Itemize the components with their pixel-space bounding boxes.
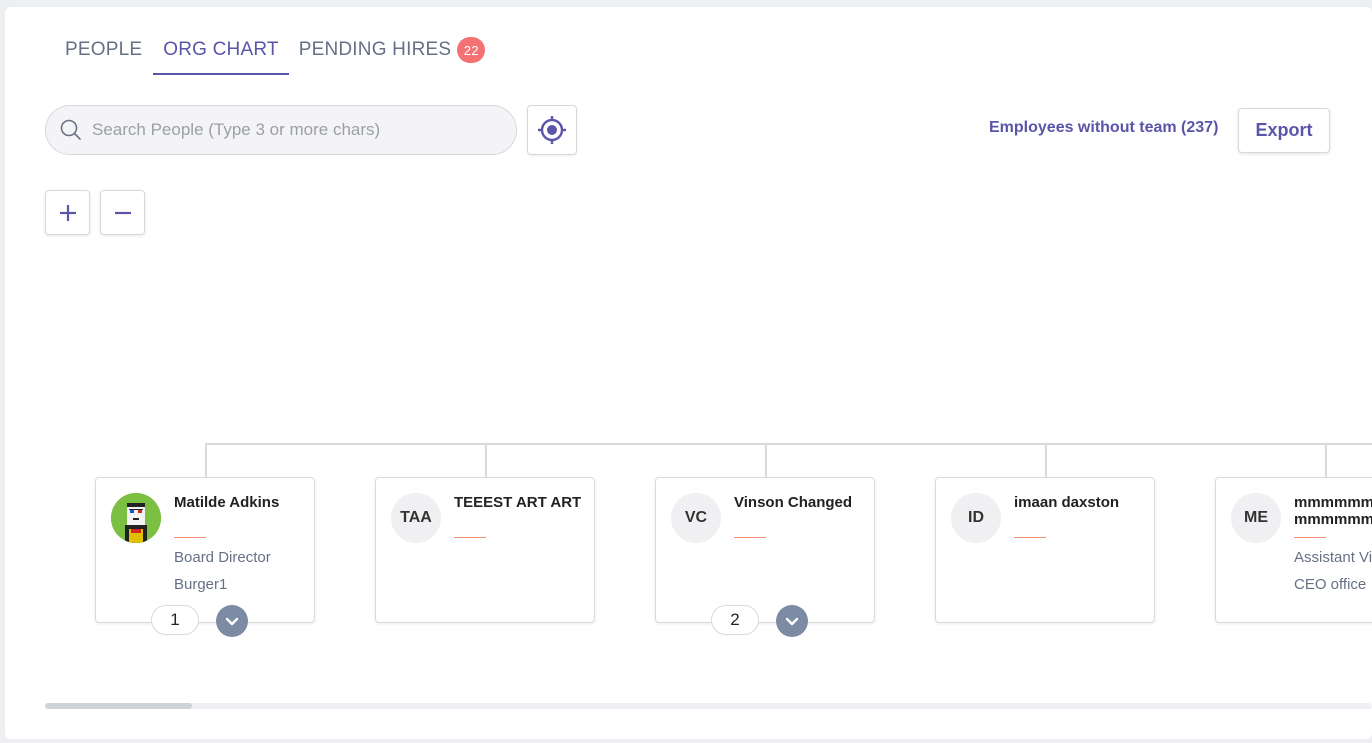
- avatar: ID: [951, 493, 1001, 543]
- org-connector-line: [205, 443, 1372, 445]
- org-connector-line: [1325, 443, 1327, 477]
- employee-card[interactable]: Matilde Adkins Board Director Burger1 1: [95, 477, 315, 637]
- avatar: TAA: [391, 493, 441, 543]
- search-input[interactable]: [92, 120, 492, 140]
- name-divider: [1294, 537, 1326, 538]
- employee-name: Matilde Adkins: [174, 494, 280, 511]
- employee-team: Burger1: [174, 576, 228, 593]
- search-box: [45, 105, 517, 155]
- employee-name: Vinson Changed: [734, 494, 853, 511]
- employee-role: Board Director: [174, 549, 271, 566]
- org-connector-line: [765, 443, 767, 477]
- tab-bar: PEOPLE ORG CHART PENDING HIRES 22: [55, 35, 495, 75]
- employee-name: imaan daxston: [1014, 494, 1120, 511]
- search-icon: [60, 119, 81, 140]
- locate-me-button[interactable]: [527, 105, 577, 155]
- tab-label: PEOPLE: [65, 39, 143, 60]
- pending-count-badge: 22: [457, 37, 486, 63]
- scrollbar-thumb[interactable]: [45, 703, 192, 709]
- zoom-in-button[interactable]: [45, 190, 90, 235]
- pixel-avatar-icon: [111, 493, 161, 543]
- tab-people[interactable]: PEOPLE: [55, 35, 152, 75]
- target-icon: [538, 116, 566, 144]
- zoom-out-button[interactable]: [100, 190, 145, 235]
- org-connector-line: [485, 443, 487, 477]
- org-chart-panel: PEOPLE ORG CHART PENDING HIRES 22 Employ…: [5, 7, 1372, 739]
- org-connector-line: [1045, 443, 1047, 477]
- chevron-down-icon: [785, 617, 799, 626]
- tab-pending-hires[interactable]: PENDING HIRES 22: [289, 35, 496, 75]
- employee-card[interactable]: ID imaan daxston: [935, 477, 1155, 623]
- horizontal-scrollbar[interactable]: [45, 703, 1372, 709]
- avatar: [111, 493, 161, 543]
- employee-card[interactable]: VC Vinson Changed 2: [655, 477, 875, 637]
- employee-card[interactable]: TAA TEEEST ART ART: [375, 477, 595, 623]
- employee-role: Assistant Vice President: [1294, 549, 1372, 566]
- minus-icon: [114, 211, 131, 214]
- name-divider: [1014, 537, 1046, 538]
- employees-without-team-link[interactable]: Employees without team (237): [989, 119, 1218, 137]
- direct-reports-count: 1: [151, 605, 199, 635]
- chevron-down-icon: [225, 617, 239, 626]
- expand-button[interactable]: [776, 605, 808, 637]
- plus-icon: [59, 204, 76, 221]
- avatar: ME: [1231, 493, 1281, 543]
- employee-name: mmmmmmmm mmmmmmmm: [1294, 494, 1372, 528]
- tab-label: ORG CHART: [163, 39, 279, 60]
- name-divider: [174, 537, 206, 538]
- name-divider: [734, 537, 766, 538]
- direct-reports-count: 2: [711, 605, 759, 635]
- avatar: VC: [671, 493, 721, 543]
- tab-label: PENDING HIRES: [298, 39, 452, 60]
- tab-org-chart[interactable]: ORG CHART: [153, 35, 290, 75]
- org-connector-line: [205, 443, 207, 477]
- expand-button[interactable]: [216, 605, 248, 637]
- employee-team: CEO office: [1294, 576, 1367, 593]
- employee-card[interactable]: ME mmmmmmmm mmmmmmmm Assistant Vice Pres…: [1215, 477, 1372, 623]
- name-divider: [454, 537, 486, 538]
- employee-name: TEEEST ART ART: [454, 494, 582, 511]
- export-button[interactable]: Export: [1238, 108, 1330, 153]
